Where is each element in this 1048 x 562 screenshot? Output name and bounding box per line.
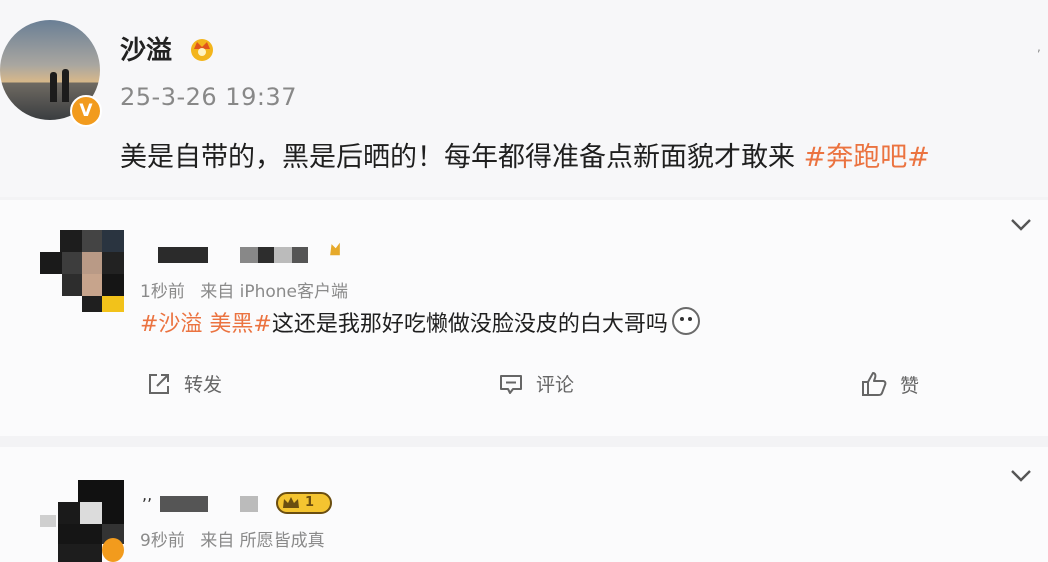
chevron-down-icon[interactable]	[1010, 218, 1032, 232]
comment-card: ,, 1 9秒前 来自 所愿皆成真	[0, 447, 1048, 562]
level-number: 1	[305, 495, 315, 510]
comment-source: 来自 所愿皆成真	[200, 531, 325, 551]
avatar-figure	[62, 69, 69, 102]
repost-label: 转发	[184, 374, 223, 396]
emoji-icon	[671, 307, 700, 335]
post-timestamp: 25-3-26 19:37	[120, 83, 297, 111]
post-content: 美是自带的，黑是后晒的！每年都得准备点新面貌才敢来 #奔跑吧#	[120, 135, 930, 174]
like-label: 赞	[900, 374, 920, 397]
crown-icon	[191, 39, 213, 61]
corner-mark: ,	[1037, 40, 1041, 54]
like-button[interactable]: 赞	[860, 370, 919, 398]
post-hashtag[interactable]: #奔跑吧#	[804, 142, 930, 173]
comment-source: 来自 iPhone客户端	[200, 282, 349, 302]
chevron-down-icon[interactable]	[1010, 469, 1032, 483]
comment-time: 1秒前	[140, 282, 185, 302]
avatar-figure	[50, 72, 57, 102]
comment-content: #沙溢 美黑#这还是我那好吃懒做没脸没皮的白大哥吗	[140, 306, 700, 338]
comment-icon	[500, 374, 522, 394]
level-badge: 1	[276, 492, 332, 514]
repost-icon	[149, 373, 169, 394]
repost-button[interactable]: 转发	[146, 370, 222, 397]
comment-text: 这还是我那好吃懒做没脸没皮的白大哥吗	[271, 312, 668, 337]
main-post: V 沙溢 25-3-26 19:37 美是自带的，黑是后晒的！每年都得准备点新面…	[0, 0, 1048, 197]
crown-icon	[283, 497, 299, 508]
member-badge-icon	[330, 242, 340, 256]
post-username[interactable]: 沙溢	[120, 30, 172, 67]
comment-hashtag[interactable]: #沙溢 美黑#	[140, 312, 272, 337]
name-prefix: ,,	[142, 485, 153, 504]
comment-time: 9秒前	[140, 531, 185, 551]
comment-meta: 9秒前 来自 所愿皆成真	[140, 526, 325, 551]
comment-card: 1秒前 来自 iPhone客户端 #沙溢 美黑#这还是我那好吃懒做没脸没皮的白大…	[0, 200, 1048, 436]
post-text: 美是自带的，黑是后晒的！每年都得准备点新面貌才敢来	[120, 142, 795, 173]
comment-meta: 1秒前 来自 iPhone客户端	[140, 277, 348, 302]
comment-label: 评论	[536, 374, 575, 396]
comment-button[interactable]: 评论	[498, 370, 574, 397]
verified-badge-icon: V	[70, 95, 102, 127]
thumbs-up-icon	[862, 372, 887, 396]
